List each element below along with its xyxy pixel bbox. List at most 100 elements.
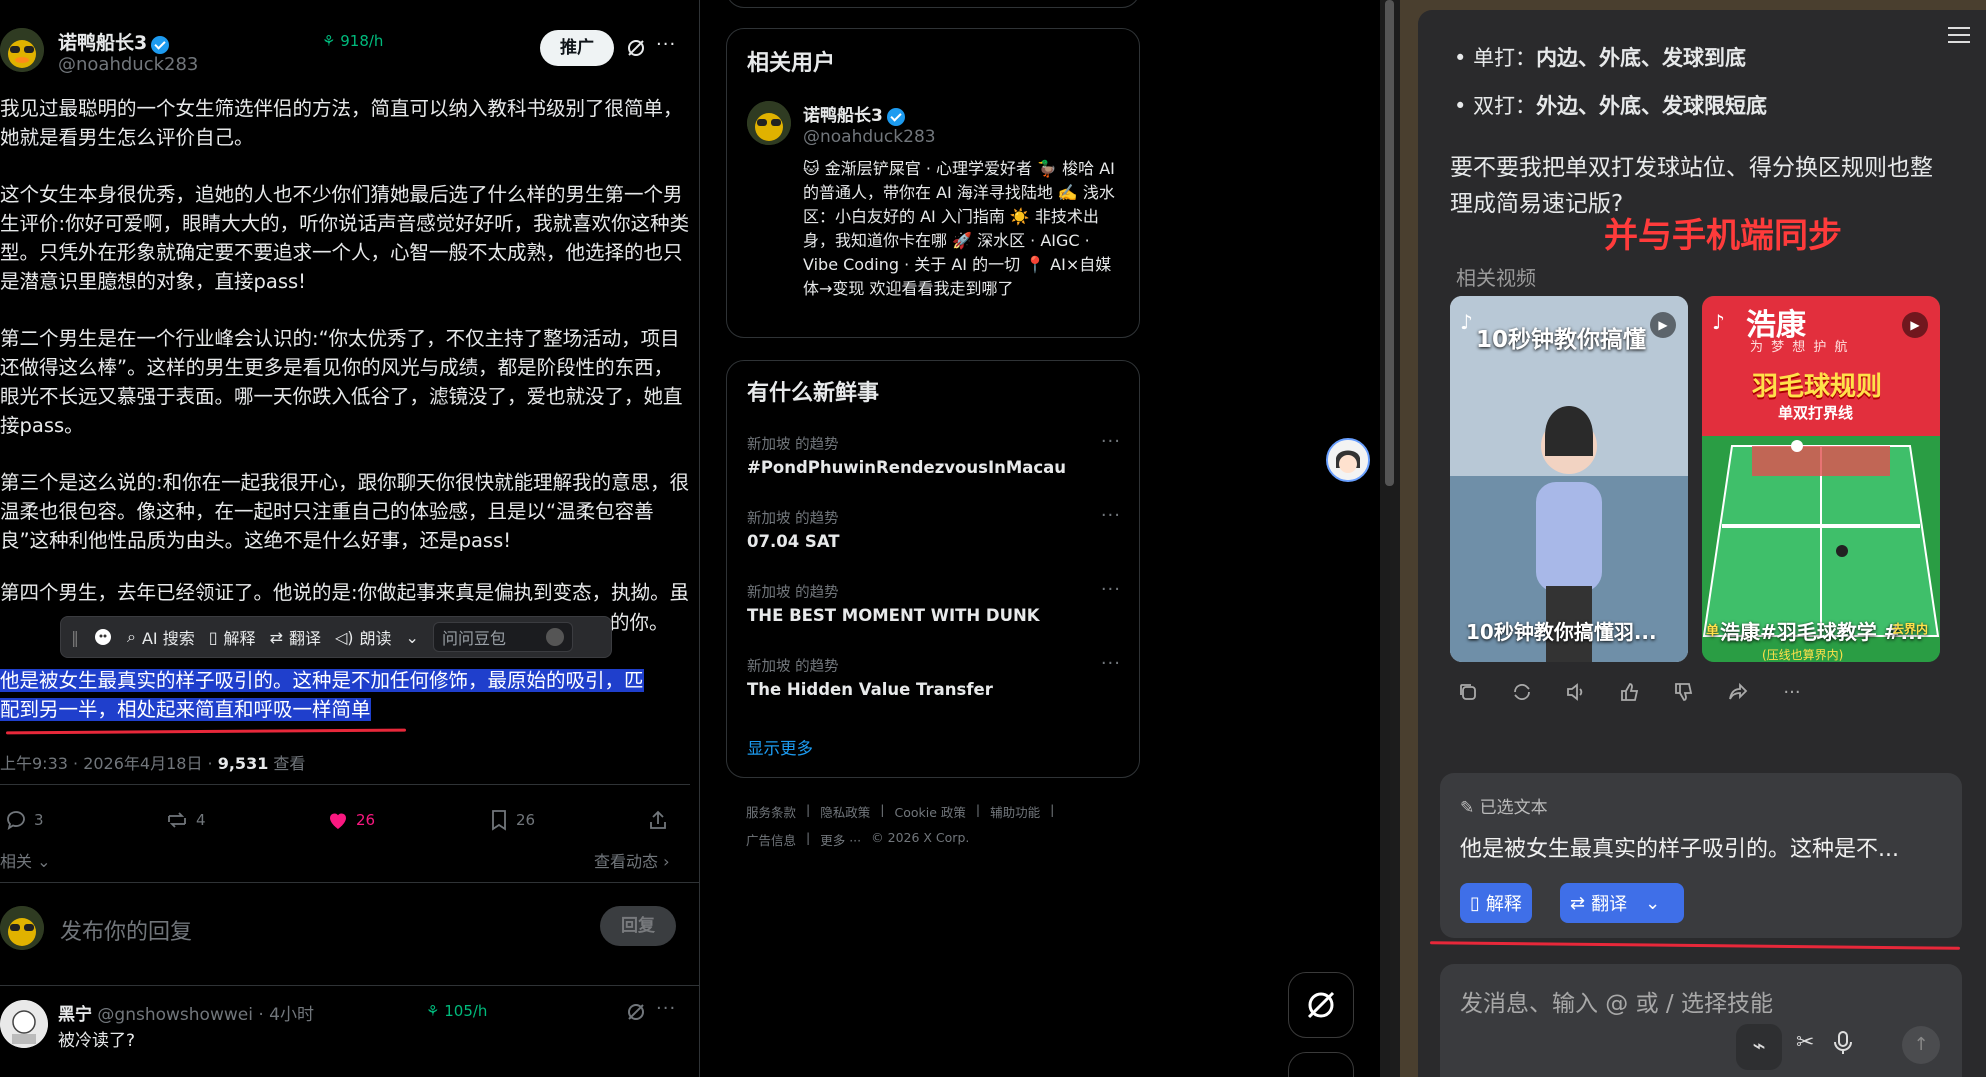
post-paragraph-4: 第三个是这么说的:和你在一起我很开心，跟你聊天你很快就能理解我的意思，很温柔也很… (0, 471, 690, 552)
play-icon[interactable]: ▶ (1902, 312, 1928, 338)
bookmark-stat[interactable]: 26 (488, 808, 535, 832)
trend-item[interactable]: 新加坡 的趋势 #PondPhuwinRendezvousInMacau ··· (747, 431, 1121, 477)
share-icon[interactable] (1724, 678, 1752, 706)
scissors-icon[interactable]: ✂ (1796, 1030, 1814, 1055)
translate-label: 翻译 (288, 629, 321, 648)
related-user-avatar[interactable] (747, 101, 791, 145)
message-composer[interactable]: 发消息、输入 @ 或 / 选择技能 ⌁ ✂ ↑ (1440, 964, 1962, 1077)
thumbs-up-icon[interactable] (1616, 678, 1644, 706)
chevron-down-icon[interactable]: ⌄ (1645, 893, 1660, 914)
related-dropdown[interactable]: 相关 ⌄ (0, 848, 51, 872)
repost-stat[interactable]: 4 (164, 808, 206, 832)
trend-item[interactable]: 新加坡 的趋势 THE BEST MOMENT WITH DUNK ··· (747, 579, 1121, 625)
trend-more-icon[interactable]: ··· (1101, 505, 1121, 526)
trend-title: THE BEST MOMENT WITH DUNK (747, 606, 1040, 625)
grok-icon[interactable] (626, 38, 646, 58)
microphone-icon[interactable] (1832, 1030, 1854, 1056)
selection-toolbar: ‖ ⌕ AI 搜索 ▯ 解释 ⇄ 翻译 ◁) 朗读 ⌄ 问问豆包 (60, 616, 612, 658)
related-user-name-row[interactable]: 诺鸭船长3 (803, 101, 905, 126)
footer-link[interactable]: 服务条款 (746, 802, 796, 821)
explain-button[interactable]: ▯ 解释 (209, 625, 256, 649)
reply-author-name[interactable]: 黑宁 (58, 1005, 92, 1025)
reply-button[interactable]: 回复 (600, 906, 676, 946)
read-aloud-label: 朗读 (359, 629, 392, 648)
selected-label: 已选文本 (1479, 798, 1548, 818)
reply-input[interactable]: 发布你的回复 (60, 914, 192, 946)
video-sub-banner: 单双打界线 (1778, 404, 1854, 422)
bullet-singles: • 单打：内边、外底、发球到底 (1454, 46, 1747, 70)
trend-item[interactable]: 新加坡 的趋势 07.04 SAT ··· (747, 505, 1121, 551)
reply-stat[interactable]: 3 (4, 808, 44, 832)
trend-title: 07.04 SAT (747, 532, 840, 551)
more-icon[interactable]: ··· (1778, 678, 1806, 706)
composer-input[interactable]: 发消息、输入 @ 或 / 选择技能 (1460, 984, 1773, 1018)
ask-input[interactable]: 问问豆包 (432, 622, 573, 652)
messages-float-button[interactable] (1288, 1052, 1354, 1077)
chevron-down-icon[interactable]: ⌄ (406, 628, 419, 647)
author-name[interactable]: 诺鸭船长3 (58, 32, 147, 54)
trend-more-icon[interactable]: ··· (1101, 653, 1121, 674)
my-avatar[interactable] (0, 906, 44, 950)
like-stat[interactable]: 26 (326, 808, 375, 832)
menu-icon[interactable] (1948, 26, 1970, 44)
footer-links-row-1: 服务条款 | 隐私政策 | Cookie 政策 | 辅助功能 | (746, 802, 1055, 821)
video-card[interactable]: ♪ 10秒钟教你搞懂 ▶ 10秒钟教你搞懂羽... (1450, 296, 1688, 662)
related-user-handle[interactable]: @noahduck283 (803, 127, 936, 147)
selected-text-line-2[interactable]: 配到另一半，相处起来简直和呼吸一样简单 (0, 698, 371, 721)
author-avatar[interactable] (0, 28, 44, 72)
rate-value: 918/h (340, 32, 384, 50)
view-activity-link[interactable]: 查看动态 › (594, 848, 670, 872)
reply-text: 被冷读了? (58, 1031, 136, 1051)
trend-location: 新加坡 的趋势 (747, 437, 839, 453)
heart-icon (330, 813, 346, 829)
translate-button[interactable]: ⇄ 翻译 ⌄ (1560, 883, 1684, 923)
scrollbar-thumb[interactable] (1385, 0, 1394, 486)
search-icon: ⌕ (127, 627, 136, 646)
more-options-icon[interactable]: ··· (656, 34, 676, 55)
drag-handle-icon[interactable]: ‖ (71, 628, 79, 647)
footer-link[interactable]: 广告信息 (746, 830, 796, 849)
video-banner: 羽毛球规则 (1752, 372, 1883, 402)
reply-grok-icon[interactable] (626, 1002, 646, 1022)
thumbs-down-icon[interactable] (1670, 678, 1698, 706)
play-icon[interactable]: ▶ (1650, 312, 1676, 338)
video-caption-right: 去界内 (1892, 622, 1929, 636)
trend-more-icon[interactable]: ··· (1101, 579, 1121, 600)
footer-link[interactable]: 隐私政策 (820, 802, 870, 821)
selected-text-line-1[interactable]: 他是被女生最真实的样子吸引的。这种是不加任何修饰，最原始的吸引，匹 (0, 669, 644, 692)
read-aloud-button[interactable]: ◁) 朗读 (335, 625, 392, 649)
regenerate-icon[interactable] (1508, 678, 1536, 706)
reply-author-handle[interactable]: @gnshowshowwei · 4小时 (97, 1005, 314, 1025)
sprout-icon: ⚘ (426, 1002, 440, 1020)
video-card[interactable]: ♪ 浩康 为 梦 想 护 航 ▶ 羽毛球规则 单双打界线 单 浩康#羽毛球教学 … (1702, 296, 1940, 662)
grok-float-button[interactable] (1288, 972, 1354, 1038)
doubao-logo-icon[interactable] (93, 627, 113, 647)
reply-avatar[interactable] (0, 1000, 48, 1048)
selected-text[interactable]: 他是被女生最真实的样子吸引的。这种是不加任何修饰，最原始的吸引，匹 配到另一半，… (0, 666, 690, 724)
attach-icon[interactable]: ⌁ (1736, 1024, 1782, 1070)
author-handle[interactable]: @noahduck283 (58, 54, 198, 75)
send-icon[interactable] (545, 628, 564, 646)
footer-link[interactable]: 更多 ··· (820, 830, 861, 849)
explain-button[interactable]: ▯ 解释 (1460, 883, 1532, 923)
share-icon[interactable] (646, 808, 670, 832)
reply-more-icon[interactable]: ··· (656, 998, 676, 1019)
reply-author[interactable]: 黑宁 @gnshowshowwei · 4小时 (58, 1000, 314, 1025)
promote-button[interactable]: 推广 (540, 30, 614, 66)
speaker-icon[interactable] (1562, 678, 1590, 706)
show-more-link[interactable]: 显示更多 (747, 735, 813, 759)
footer-link[interactable]: Cookie 政策 (894, 802, 965, 821)
trend-more-icon[interactable]: ··· (1101, 431, 1121, 452)
footer-links-row-2: 广告信息 | 更多 ··· © 2026 X Corp. (746, 830, 970, 849)
post-time[interactable]: 上午9:33 · 2026年4月18日 · (0, 754, 218, 773)
trend-item[interactable]: 新加坡 的趋势 The Hidden Value Transfer ··· (747, 653, 1121, 699)
doubao-float-avatar[interactable] (1326, 438, 1370, 482)
copy-icon[interactable] (1454, 678, 1482, 706)
send-button[interactable]: ↑ (1902, 1026, 1940, 1064)
bullet-label: 双打： (1473, 94, 1537, 118)
translate-button[interactable]: ⇄ 翻译 (270, 625, 321, 649)
ai-search-button[interactable]: ⌕ AI 搜索 (127, 625, 195, 649)
footer-link[interactable]: 辅助功能 (990, 802, 1040, 821)
author-name-row[interactable]: 诺鸭船长3 (58, 28, 170, 55)
related-user-name[interactable]: 诺鸭船长3 (803, 106, 883, 126)
